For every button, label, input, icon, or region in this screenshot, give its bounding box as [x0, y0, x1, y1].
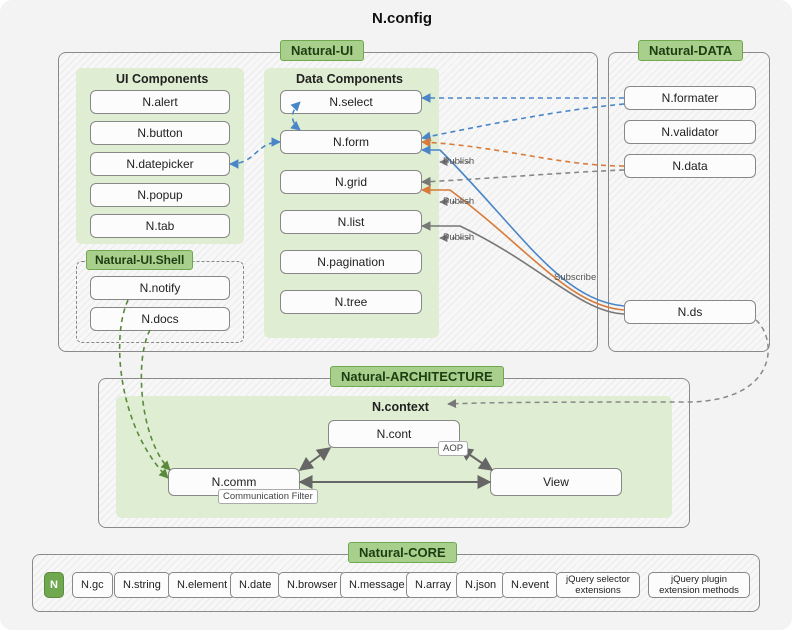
ui-item-datepicker: N.datepicker: [90, 152, 230, 176]
label-publish-1: Publish: [443, 156, 474, 167]
data-item-form: N.form: [280, 130, 422, 154]
arch-green: [116, 396, 672, 518]
core-gc: N.gc: [72, 572, 113, 598]
core-event: N.event: [502, 572, 558, 598]
natural-ui-tag: Natural-UI: [280, 40, 364, 61]
data-panel-data: N.data: [624, 154, 756, 178]
data-components-title: Data Components: [296, 72, 403, 86]
data-panel-validator: N.validator: [624, 120, 756, 144]
core-ext1: jQuery selector extensions: [556, 572, 640, 598]
data-item-pagination: N.pagination: [280, 250, 422, 274]
data-item-grid: N.grid: [280, 170, 422, 194]
label-subscribe: Subscribe: [554, 272, 596, 283]
core-browser: N.browser: [278, 572, 346, 598]
core-array: N.array: [406, 572, 460, 598]
shell-item-notify: N.notify: [90, 276, 230, 300]
core-message: N.message: [340, 572, 414, 598]
shell-item-docs: N.docs: [90, 307, 230, 331]
core-string: N.string: [114, 572, 170, 598]
ui-item-button: N.button: [90, 121, 230, 145]
data-panel-ds: N.ds: [624, 300, 756, 324]
core-n-badge: N: [44, 572, 64, 598]
core-date: N.date: [230, 572, 280, 598]
data-item-list: N.list: [280, 210, 422, 234]
core-json: N.json: [456, 572, 505, 598]
data-item-tree: N.tree: [280, 290, 422, 314]
ui-item-alert: N.alert: [90, 90, 230, 114]
core-element: N.element: [168, 572, 236, 598]
label-publish-2: Publish: [443, 196, 474, 207]
natural-data-tag: Natural-DATA: [638, 40, 743, 61]
arch-filter-chip: Communication Filter: [218, 489, 318, 504]
shell-tag: Natural-UI.Shell: [86, 250, 193, 270]
ui-components-title: UI Components: [116, 72, 208, 86]
diagram-stage: N.config Natural-UI Natural-DATA UI Comp…: [0, 0, 792, 630]
data-panel-formater: N.formater: [624, 86, 756, 110]
core-ext2: jQuery plugin extension methods: [648, 572, 750, 598]
label-publish-3: Publish: [443, 232, 474, 243]
ui-item-tab: N.tab: [90, 214, 230, 238]
config-title: N.config: [372, 10, 432, 27]
arch-aop-chip: AOP: [438, 441, 468, 456]
natural-core-tag: Natural-CORE: [348, 542, 457, 563]
ui-item-popup: N.popup: [90, 183, 230, 207]
natural-arch-tag: Natural-ARCHITECTURE: [330, 366, 504, 387]
arch-context-title: N.context: [372, 400, 429, 414]
arch-view: View: [490, 468, 622, 496]
data-item-select: N.select: [280, 90, 422, 114]
